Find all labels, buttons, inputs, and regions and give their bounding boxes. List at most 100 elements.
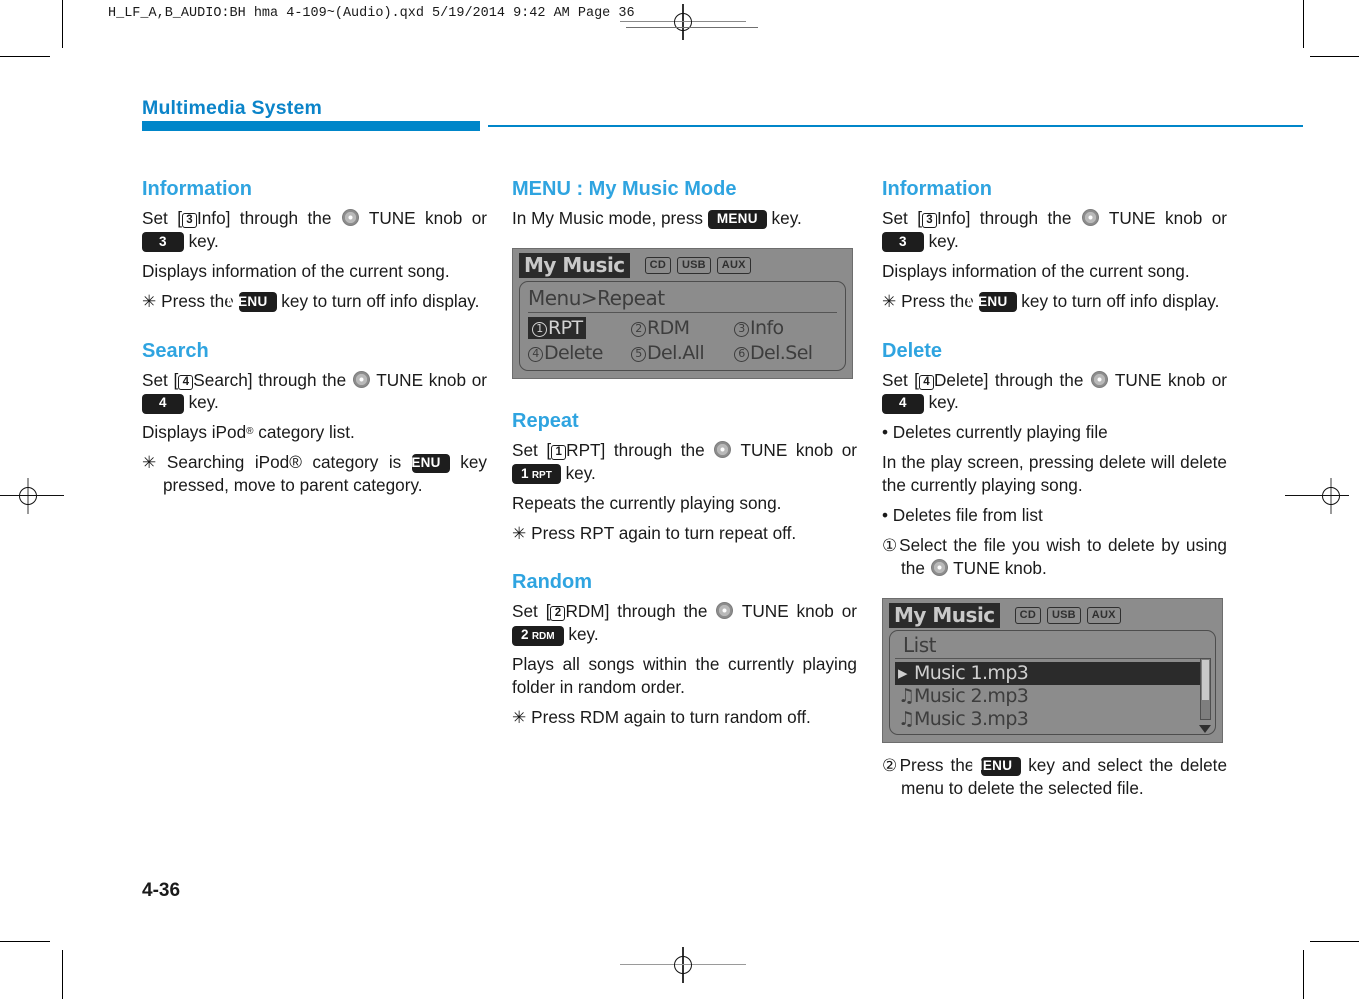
column-2: MENU : My Music Mode In My Music mode, pr…	[512, 178, 857, 878]
item-number: 5	[631, 346, 646, 362]
body-paragraph: In the play screen, pressing delete will…	[882, 452, 1227, 495]
registered-mark: ®	[246, 426, 254, 438]
hardware-key-4[interactable]: 4	[142, 393, 184, 414]
crop-mark-top-left-horizontal	[0, 56, 50, 57]
hardware-key-4[interactable]: 4	[882, 393, 924, 414]
lcd-menu-grid: 1 RPT 2 RDM 3 Info 4 Delete 5 Del.All 6 Del.Sel	[528, 316, 837, 364]
crop-mark-top-right-horizontal	[1310, 56, 1359, 57]
prepress-stamp-rule	[626, 27, 758, 28]
body-paragraph: Set [4 Search] through the TUNE knob or 4…	[142, 369, 487, 414]
item-number: 6	[734, 346, 749, 362]
body-paragraph: Displays information of the current song…	[882, 260, 1190, 281]
tune-knob-icon	[352, 370, 370, 388]
lcd-scrollbar[interactable]	[1200, 657, 1211, 720]
menu-number-badge: 1	[551, 444, 567, 460]
tune-knob-icon	[716, 602, 734, 620]
lcd-menu-item-delete[interactable]: 4 Delete	[528, 342, 603, 364]
note-paragraph: ✳ Press RPT again to turn repeat off.	[512, 522, 797, 543]
content-columns: Information Set [3 Info] through the TUNE …	[142, 178, 1237, 878]
numbered-step: ②Press the MENU key and select the delet…	[882, 755, 1228, 798]
prepress-file-stamp: H_LF_A,B_AUDIO:BH hma 4-109~(Audio).qxd …	[108, 6, 635, 21]
menu-number-badge: 4	[178, 374, 194, 390]
hardware-key-menu[interactable]: MENU	[967, 292, 1017, 312]
hardware-key-menu[interactable]: MENU	[707, 209, 767, 230]
lcd-menu-item-info[interactable]: 3 Info	[734, 317, 784, 339]
lcd-mode-title: My Music	[519, 252, 630, 278]
hardware-key-3[interactable]: 3	[882, 232, 924, 253]
lcd-list-row[interactable]: ♫Music 2.mp3	[895, 685, 1210, 708]
registration-mark-right	[1285, 478, 1349, 514]
track-icon: ♫	[898, 707, 915, 730]
bullet-item: • Deletes currently playing file	[882, 422, 1108, 443]
lcd-menu-item-del-all[interactable]: 5 Del.All	[631, 342, 705, 364]
hardware-key-3[interactable]: 3	[142, 232, 184, 253]
lcd-menu-cell[interactable]: 3 Info	[734, 317, 837, 339]
note-paragraph: ✳ Press the MENU key to turn off info di…	[882, 290, 1220, 312]
section-heading-information: Information	[882, 178, 992, 200]
item-number: 1	[532, 321, 547, 337]
track-icon: ▸	[898, 661, 908, 684]
body-paragraph: Displays information of the current song…	[142, 260, 450, 281]
body-paragraph: Plays all songs within the currently pla…	[512, 654, 857, 697]
tune-knob-icon	[341, 209, 359, 226]
body-paragraph: Set [3 Info] through the TUNE knob or 3 k…	[882, 208, 1227, 253]
running-head-rule	[488, 125, 1303, 128]
section-heading-repeat: Repeat	[512, 409, 579, 432]
running-head-bar	[142, 121, 480, 131]
menu-number-badge: 3	[921, 213, 937, 228]
body-paragraph: Set [4 Delete] through the TUNE knob or 4…	[882, 369, 1227, 414]
source-badge-usb: USB	[676, 256, 711, 274]
lcd-menu-item-del-sel[interactable]: 6 Del.Sel	[734, 342, 813, 364]
menu-number-badge: 2	[550, 606, 566, 622]
lcd-top-bar: My Music CD USB AUX	[519, 252, 846, 278]
registration-mark-left	[0, 478, 64, 514]
crop-mark-bottom-right-horizontal	[1310, 941, 1359, 942]
hardware-key-menu[interactable]: MENU	[227, 292, 277, 312]
lcd-menu-item-rpt[interactable]: 1 RPT	[528, 316, 587, 339]
lcd-menu-cell[interactable]: 5 Del.All	[631, 342, 734, 364]
lcd-menu-cell[interactable]: 6 Del.Sel	[734, 342, 837, 364]
crop-mark-bottom-left-horizontal	[0, 941, 50, 942]
hardware-key-1-rpt[interactable]: 1 RPT	[512, 464, 561, 485]
scroll-down-arrow-icon[interactable]	[1199, 725, 1211, 734]
note-paragraph: ✳ Press RDM again to turn random off.	[512, 706, 811, 727]
section-heading-delete: Delete	[882, 339, 943, 362]
column-3: Information Set [3 Info] through the TUNE …	[882, 178, 1227, 878]
registration-mark-top	[620, 4, 746, 40]
page-title: Multimedia System	[142, 97, 323, 119]
numbered-step: ①Select the file you wish to delete by u…	[882, 534, 1227, 578]
body-paragraph: In My Music mode, press MENU key.	[512, 208, 802, 230]
lcd-top-bar: My Music CD USB AUX	[889, 602, 1216, 628]
tune-knob-icon	[1081, 209, 1099, 226]
crop-mark-top-right-vertical	[1303, 0, 1304, 48]
manual-page: H_LF_A,B_AUDIO:BH hma 4-109~(Audio).qxd …	[0, 0, 1359, 999]
column-1: Information Set [3 Info] through the TUNE …	[142, 178, 487, 878]
lcd-panel: List ▸ Music 1.mp3 ♫Music 2.mp3 ♫Music 3.mp3	[889, 629, 1216, 736]
hardware-key-2-rdm[interactable]: 2 RDM	[512, 625, 564, 646]
hardware-key-menu[interactable]: MENU	[971, 756, 1022, 777]
lcd-menu-item-rdm[interactable]: 2 RDM	[631, 317, 690, 339]
menu-number-badge: 3	[181, 213, 197, 228]
note-paragraph: ✳ Searching iPod® category is MENU key p…	[142, 452, 487, 495]
section-heading-information: Information	[142, 178, 252, 200]
lcd-breadcrumb: Menu>Repeat	[528, 286, 837, 313]
body-paragraph: Displays iPod® category list.	[142, 422, 355, 443]
crop-mark-top-left-vertical	[62, 0, 63, 48]
lcd-menu-cell[interactable]: 4 Delete	[528, 342, 631, 364]
lcd-menu-cell[interactable]: 1 RPT	[528, 316, 631, 339]
crop-mark-bottom-right-vertical	[1303, 950, 1304, 999]
lcd-mode-title: My Music	[889, 602, 1000, 628]
crop-mark-bottom-left-vertical	[62, 950, 63, 999]
lcd-list-row[interactable]: ▸ Music 1.mp3	[895, 661, 1210, 685]
lcd-list-row[interactable]: ♫Music 3.mp3	[895, 708, 1210, 731]
hardware-key-menu[interactable]: MENU	[400, 453, 450, 474]
lcd-panel: Menu>Repeat 1 RPT 2 RDM 3 Info 4 Delete 5 Del.All 6…	[519, 280, 846, 371]
bullet-item: • Deletes file from list	[882, 504, 1043, 525]
track-icon: ♫	[898, 684, 915, 707]
body-paragraph: Set [2 RDM] through the TUNE knob or 2 RDM…	[512, 601, 857, 646]
note-paragraph: ✳ Press the MENU key to turn off info di…	[142, 290, 480, 312]
lcd-menu-cell[interactable]: 2 RDM	[631, 317, 734, 339]
lcd-screen-my-music-menu: My Music CD USB AUX Menu>Repeat 1 RPT 2 RDM 3 Info…	[512, 247, 853, 379]
